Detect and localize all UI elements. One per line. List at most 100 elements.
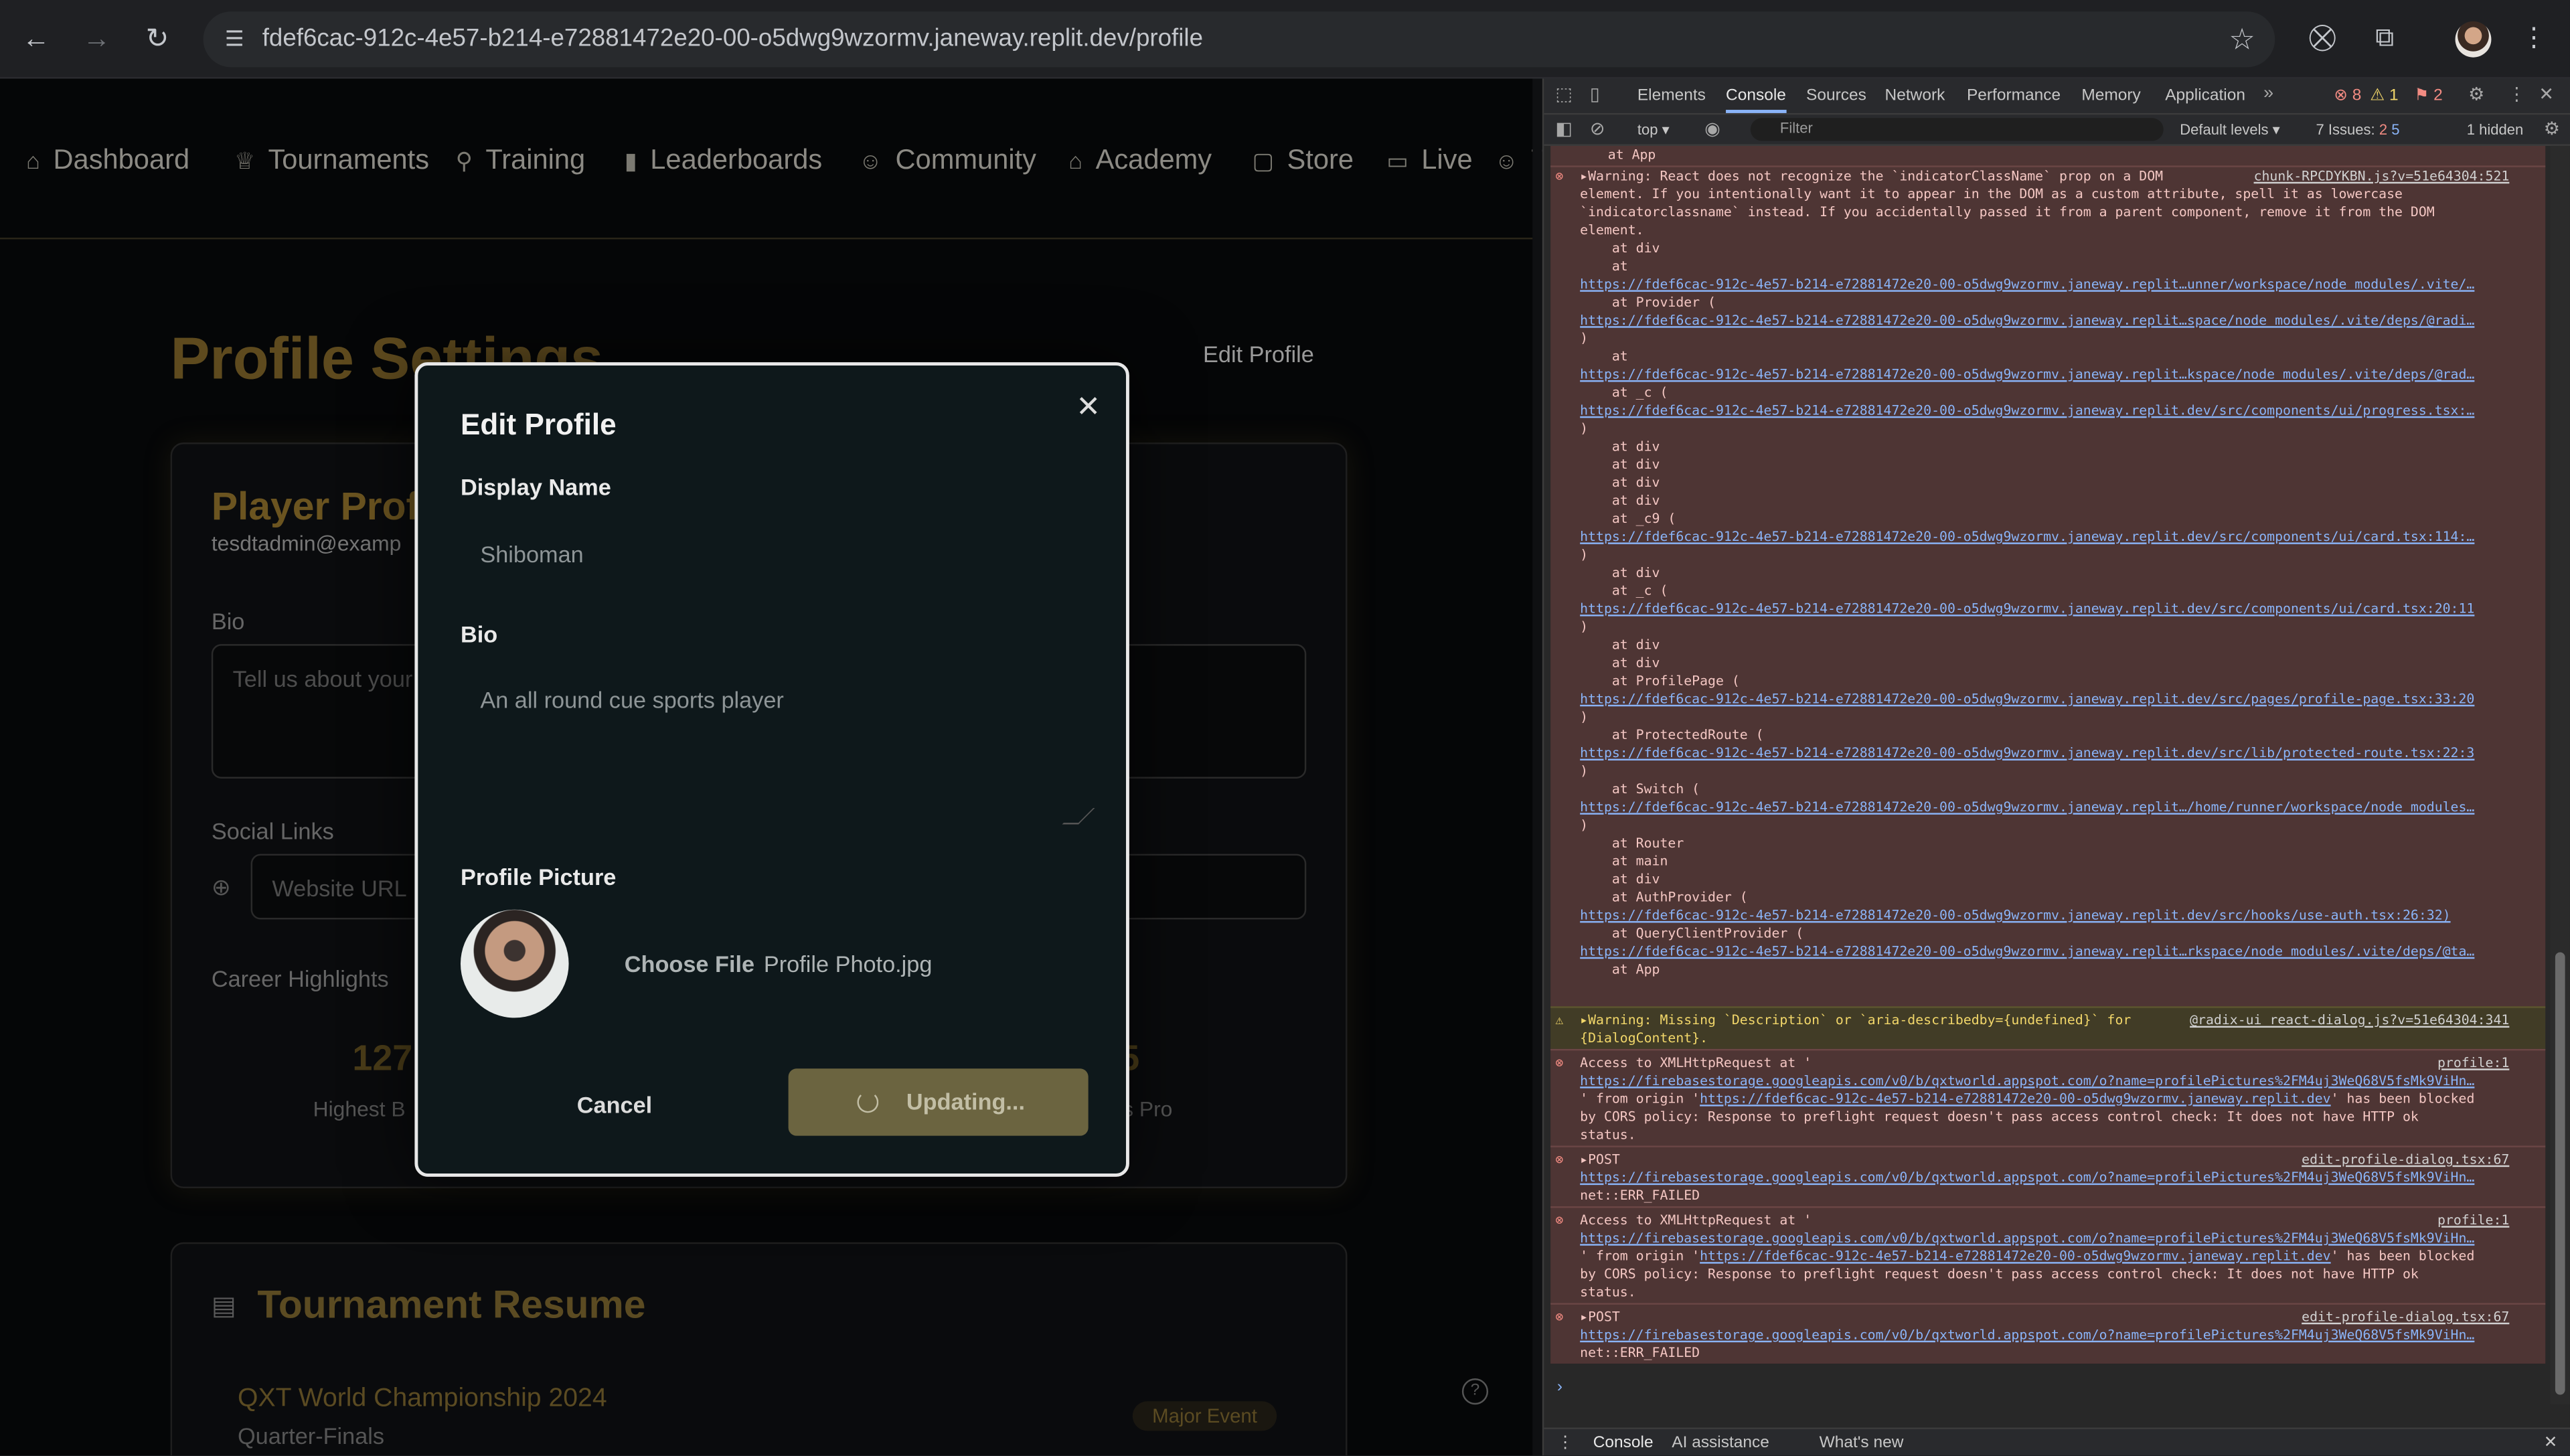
forward-icon[interactable]: → (74, 16, 120, 62)
filter-input[interactable]: Filter (1750, 118, 2164, 141)
nav-dashboard[interactable]: ⌂ Dashboard (26, 144, 189, 177)
close-icon[interactable]: ✕ (1074, 392, 1103, 421)
issue-count[interactable]: ⚑ 2 (2414, 87, 2442, 105)
devtools-tabbar: ⬚ ▯ Elements Console Sources Network Per… (1544, 78, 2570, 115)
nav-leaderboards[interactable]: ▮ Leaderboards (625, 144, 822, 177)
tab-network[interactable]: Network (1885, 87, 1945, 105)
page-scrollbar[interactable] (1532, 78, 1542, 1456)
nav-academy[interactable]: ⌂ Academy (1068, 144, 1212, 177)
website-placeholder: Website URL (272, 875, 407, 902)
stat-value: 127 (352, 1037, 413, 1078)
drawer-tab-ai-assistance[interactable]: AI assistance (1672, 1434, 1769, 1452)
kebab-menu-icon[interactable]: ⋮ (2514, 19, 2554, 59)
console-error-post[interactable]: ⊗ ▸POST edit-profile-dialog.tsx:67 https… (1550, 1145, 2546, 1206)
error-icon: ⊗ (1555, 1211, 1564, 1228)
bio-label: Bio (460, 621, 498, 648)
cancel-button[interactable]: Cancel (577, 1092, 652, 1118)
tab-elements[interactable]: Elements (1637, 87, 1706, 105)
source-link[interactable]: profile:1 (2437, 1211, 2509, 1229)
bio-label: Bio (211, 608, 245, 635)
reload-icon[interactable]: ↻ (135, 16, 181, 62)
address-bar[interactable]: ☰ fdef6cac-912c-4e57-b214-e72881472e20-0… (203, 11, 2275, 68)
tournament-resume-card: ▤ Tournament Resume QXT World Championsh… (170, 1242, 1348, 1456)
console-error-post[interactable]: ⊗ ▸POST edit-profile-dialog.tsx:67 https… (1550, 1303, 2546, 1364)
console-scrollbar[interactable] (2550, 145, 2570, 1405)
edit-profile-dialog: ✕ Edit Profile Display Name Shiboman Bio… (414, 362, 1129, 1177)
console-prompt[interactable]: › (1557, 1378, 1562, 1396)
tab-memory[interactable]: Memory (2081, 87, 2140, 105)
bio-textarea[interactable]: An all round cue sports player (480, 687, 783, 713)
console-settings-icon[interactable]: ⚙ (2544, 118, 2560, 139)
bag-icon: ▢ (1252, 147, 1274, 174)
console-error-cors[interactable]: ⊗ Access to XMLHttpRequest at ' profile:… (1550, 1048, 2546, 1146)
bookmark-star-icon[interactable]: ☆ (2229, 23, 2255, 56)
error-icon: ⊗ (1555, 167, 1564, 184)
globe-icon: ⊕ (211, 873, 231, 900)
update-button-label: Updating... (906, 1088, 1025, 1115)
tab-performance[interactable]: Performance (1967, 87, 2061, 105)
spinner-icon (857, 1091, 879, 1113)
display-name-input[interactable]: Shiboman (480, 541, 583, 567)
error-count[interactable]: ⊗ 8 (2334, 87, 2361, 105)
resize-handle-icon[interactable] (1062, 808, 1095, 825)
error-icon: ⊗ (1555, 1150, 1564, 1167)
help-icon[interactable]: ? (1461, 1378, 1489, 1405)
console-error-react-prop[interactable]: ⊗ ▸Warning: React does not recognize the… (1550, 165, 2546, 1007)
console-error-cors[interactable]: ⊗ Access to XMLHttpRequest at ' profile:… (1550, 1206, 2546, 1303)
nav-live[interactable]: ▭ Live (1386, 144, 1472, 177)
nav-training[interactable]: ⚲ Training (456, 144, 586, 177)
tab-sources[interactable]: Sources (1806, 87, 1866, 105)
choose-file-button[interactable]: Choose File (625, 951, 754, 977)
nav-community[interactable]: ☺ Community (859, 144, 1036, 177)
kebab-menu-icon[interactable]: ⋮ (2508, 84, 2526, 104)
edit-profile-link[interactable]: Edit Profile (1203, 341, 1314, 367)
error-icon: ⊗ (1555, 1054, 1564, 1070)
more-tabs-icon[interactable]: » (2263, 84, 2273, 103)
tournament-resume-title: Tournament Resume (257, 1283, 646, 1328)
console-warning-dialog[interactable]: ⚠ ▸Warning: Missing `Description` or `ar… (1550, 1006, 2546, 1049)
scrollbar-thumb[interactable] (2555, 952, 2565, 1395)
event-name: QXT World Championship 2024 (238, 1384, 607, 1413)
url-text: fdef6cac-912c-4e57-b214-e72881472e20-00-… (262, 24, 1204, 53)
home-icon: ⌂ (26, 147, 40, 174)
drawer-menu-icon[interactable]: ⋮ (1557, 1434, 1573, 1452)
source-link[interactable]: edit-profile-dialog.tsx:67 (2302, 1151, 2509, 1169)
extensions-icon[interactable]: ⧉ (2365, 19, 2405, 59)
drawer-close-icon[interactable]: ✕ (2544, 1434, 2558, 1452)
user-icon: ☺ (1494, 147, 1518, 174)
eye-icon[interactable]: ◉ (1704, 118, 1720, 139)
console-stack-tail: at App (1550, 145, 2546, 166)
extension-blocked-icon[interactable]: ⛒ (2303, 19, 2342, 59)
issues-counter[interactable]: 7 Issues: 2 5 (2316, 121, 2399, 137)
nav-store[interactable]: ▢ Store (1253, 144, 1354, 177)
clear-console-icon[interactable]: ⊘ (1590, 118, 1605, 139)
source-link[interactable]: chunk-RPCDYKBN.js?v=51e64304:521 (2254, 167, 2510, 185)
update-button[interactable]: Updating... (788, 1068, 1089, 1136)
drawer-tab-console[interactable]: Console (1593, 1434, 1654, 1452)
bio-placeholder: Tell us about your (232, 665, 413, 692)
close-icon[interactable]: ✕ (2539, 84, 2554, 104)
tv-icon: ▭ (1386, 147, 1409, 174)
stat-label: s Pro (1123, 1096, 1173, 1121)
site-info-icon[interactable]: ☰ (220, 25, 249, 54)
tab-application[interactable]: Application (2165, 87, 2245, 105)
devtools-panel: ⬚ ▯ Elements Console Sources Network Per… (1542, 78, 2570, 1456)
settings-gear-icon[interactable]: ⚙ (2468, 84, 2484, 104)
trophy-icon: ♕ (234, 147, 255, 174)
source-link[interactable]: @radix-ui_react-dialog.js?v=51e64304:341 (2190, 1012, 2509, 1030)
device-toolbar-icon[interactable]: ▯ (1590, 84, 1600, 104)
warning-count[interactable]: ⚠ 1 (2370, 87, 2398, 105)
tab-console[interactable]: Console (1726, 87, 1786, 113)
drawer-tab-whats-new[interactable]: What's new (1820, 1434, 1904, 1452)
nav-tournaments[interactable]: ♕ Tournaments (234, 144, 429, 177)
source-link[interactable]: profile:1 (2437, 1054, 2509, 1072)
back-icon[interactable]: ← (13, 16, 60, 62)
levels-dropdown[interactable]: Default levels ▾ (2180, 121, 2279, 139)
sidebar-toggle-icon[interactable]: ◧ (1555, 118, 1572, 139)
source-link[interactable]: edit-profile-dialog.tsx:67 (2302, 1308, 2509, 1326)
inspect-icon[interactable]: ⬚ (1555, 84, 1572, 104)
context-selector[interactable]: top ▾ (1637, 121, 1670, 139)
users-icon: ☺ (858, 147, 882, 174)
profile-avatar-icon[interactable] (2455, 21, 2492, 58)
profile-picture-label: Profile Picture (460, 864, 617, 890)
